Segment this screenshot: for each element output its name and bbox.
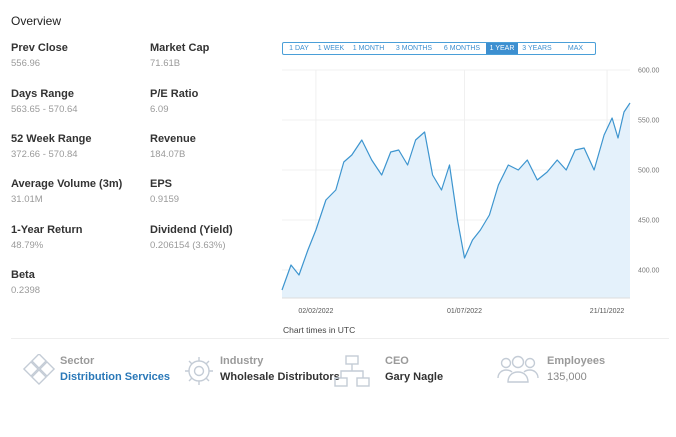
price-area: [282, 103, 630, 298]
stat-label: 52 Week Range: [11, 133, 92, 145]
y-tick-label: 400.00: [638, 268, 660, 275]
section-divider: [11, 338, 669, 339]
info-value: Wholesale Distributors: [220, 371, 340, 383]
stat-value: 0.9159: [150, 194, 180, 205]
stat-1-year-return: 1-Year Return 48.79%: [11, 223, 141, 251]
chart-timezone-note: Chart times in UTC: [283, 325, 356, 335]
stat-pe-ratio: P/E Ratio 6.09: [150, 87, 280, 115]
info-label: Industry: [220, 355, 264, 367]
range-1-year[interactable]: 1 YEAR: [486, 43, 518, 54]
stat-revenue: Revenue 184.07B: [150, 132, 280, 160]
sector-icon: [22, 354, 56, 386]
stat-market-cap: Market Cap 71.61B: [150, 41, 280, 69]
y-tick-label: 450.00: [638, 218, 660, 225]
x-tick-label: 01/07/2022: [447, 308, 482, 315]
stat-value: 31.01M: [11, 194, 43, 205]
stat-label: Prev Close: [11, 42, 68, 54]
stat-eps: EPS 0.9159: [150, 177, 280, 205]
time-range-selector: 1 DAY 1 WEEK 1 MONTH 3 MONTHS 6 MONTHS 1…: [282, 42, 596, 55]
stat-prev-close: Prev Close 556.96: [11, 41, 141, 69]
range-1-month[interactable]: 1 MONTH: [347, 43, 390, 54]
info-card-text: Industry Wholesale Distributors: [220, 354, 340, 385]
stat-label: Days Range: [11, 88, 74, 100]
stat-52-week-range: 52 Week Range 372.66 - 570.84: [11, 132, 141, 160]
info-label: Sector: [60, 355, 95, 367]
stat-average-volume: Average Volume (3m) 31.01M: [11, 177, 141, 205]
stat-beta: Beta 0.2398: [11, 268, 141, 296]
stat-value: 6.09: [150, 104, 169, 115]
info-value: Gary Nagle: [385, 371, 444, 383]
range-max[interactable]: MAX: [556, 43, 595, 54]
range-1-day[interactable]: 1 DAY: [283, 43, 315, 54]
stat-value: 563.65 - 570.64: [11, 104, 78, 115]
x-tick-label: 02/02/2022: [298, 308, 333, 315]
stat-value: 71.61B: [150, 58, 181, 69]
stat-value: 184.07B: [150, 149, 186, 160]
info-value: 135,000: [547, 371, 587, 383]
stat-value: 0.2398: [11, 285, 41, 296]
stat-label: Average Volume (3m): [11, 178, 123, 190]
range-1-week[interactable]: 1 WEEK: [315, 43, 347, 54]
stat-days-range: Days Range 563.65 - 570.64: [11, 87, 141, 115]
stat-value: 48.79%: [11, 240, 44, 251]
industry-icon: [185, 357, 213, 385]
stat-label: 1-Year Return: [11, 224, 83, 236]
stat-label: Dividend (Yield): [150, 224, 233, 236]
y-tick-label: 500.00: [638, 168, 660, 175]
x-tick-label: 21/11/2022: [590, 308, 625, 315]
stat-value: 372.66 - 570.84: [11, 149, 78, 160]
stat-label: Market Cap: [150, 42, 210, 54]
stat-dividend-yield: Dividend (Yield) 0.206154 (3.63%): [150, 223, 280, 251]
range-6-months[interactable]: 6 MONTHS: [438, 43, 486, 54]
y-tick-label: 550.00: [638, 118, 660, 125]
info-card-text: Employees 135,000: [547, 354, 667, 385]
info-card-text: Sector Distribution Services: [60, 354, 180, 385]
range-3-years[interactable]: 3 YEARS: [518, 43, 556, 54]
stat-label: P/E Ratio: [150, 88, 199, 100]
y-tick-label: 600.00: [638, 68, 660, 75]
info-label: Employees: [547, 355, 606, 367]
overview-title: Overview: [11, 14, 62, 28]
stat-label: Beta: [11, 269, 35, 281]
employees-icon: [497, 355, 539, 383]
range-3-months[interactable]: 3 MONTHS: [390, 43, 438, 54]
price-chart: 600.00 550.00 500.00 450.00 400.00 02/02/2022…: [281, 68, 660, 315]
stat-value: 0.206154 (3.63%): [150, 240, 226, 251]
org-chart-icon: [334, 355, 370, 387]
stat-label: EPS: [150, 178, 173, 190]
stat-value: 556.96: [11, 58, 41, 69]
info-card-text: CEO Gary Nagle: [385, 354, 505, 385]
info-label: CEO: [385, 355, 409, 367]
stat-label: Revenue: [150, 133, 196, 145]
sector-link[interactable]: Distribution Services: [60, 369, 180, 385]
